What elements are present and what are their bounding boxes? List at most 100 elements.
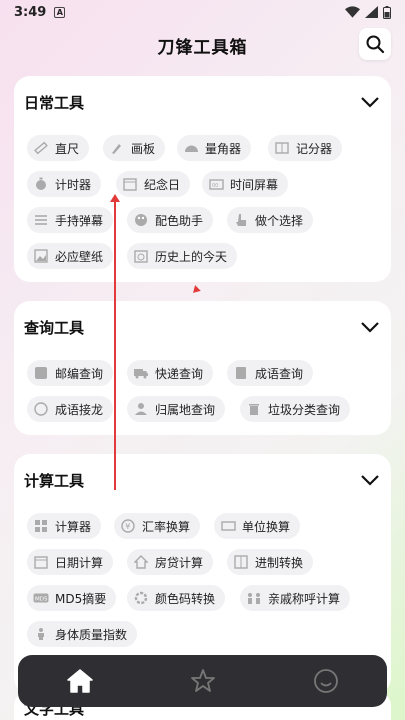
tool-label: 邮编查询 — [55, 366, 104, 381]
tool-label: 进制转换 — [255, 555, 304, 570]
section-header[interactable]: 查询工具 — [14, 301, 391, 353]
image-icon — [33, 248, 49, 264]
tool-date-calc[interactable]: 日期计算 — [27, 549, 114, 575]
tool-time-screen[interactable]: 00 时间屏幕 — [202, 171, 289, 197]
search-button[interactable] — [359, 28, 391, 60]
tool-anniversary[interactable]: 纪念日 — [116, 171, 191, 197]
color-palette-icon — [133, 212, 149, 228]
home-icon — [66, 669, 93, 693]
svg-text:¥: ¥ — [125, 522, 130, 531]
base-convert-icon — [233, 554, 249, 570]
tab-favorites[interactable] — [173, 661, 233, 701]
tool-unit-convert[interactable]: 单位换算 — [214, 513, 301, 539]
ruler-icon — [33, 140, 49, 156]
app-title: 刀锋工具箱 — [157, 37, 248, 58]
signal-icon — [365, 6, 378, 18]
tool-express-query[interactable]: 快递查询 — [127, 360, 214, 386]
section-header[interactable]: 日常工具 — [14, 76, 391, 128]
tool-label: 时间屏幕 — [230, 177, 279, 192]
smile-icon — [313, 669, 338, 693]
tab-home[interactable] — [50, 661, 110, 701]
person-location-icon — [133, 401, 149, 417]
tool-exchange-rate[interactable]: ¥ 汇率换算 — [114, 513, 201, 539]
tool-handheld-barrage[interactable]: 手持弹幕 — [27, 207, 114, 233]
palette-icon — [109, 140, 125, 156]
status-icons — [345, 5, 391, 19]
tool-today-in-history[interactable]: 历史上的今天 — [127, 243, 238, 269]
search-icon — [366, 35, 385, 54]
tool-bmi[interactable]: 身体质量指数 — [27, 621, 138, 647]
app-header: 刀锋工具箱 — [0, 28, 405, 62]
tool-label: 历史上的今天 — [155, 249, 228, 264]
tool-idiom-query[interactable]: 成语查询 — [227, 360, 314, 386]
postcode-icon — [33, 365, 49, 381]
tool-color-code[interactable]: 颜色码转换 — [127, 585, 226, 611]
book-icon — [233, 365, 249, 381]
scoreboard-icon — [274, 140, 290, 156]
tool-mortgage-calc[interactable]: 房贷计算 — [127, 549, 214, 575]
color-ring-icon — [133, 590, 149, 606]
tab-profile[interactable] — [296, 661, 356, 701]
tool-color-helper[interactable]: 配色助手 — [127, 207, 214, 233]
tool-label: 日期计算 — [55, 555, 104, 570]
currency-icon: ¥ — [120, 518, 136, 534]
list-icon — [33, 212, 49, 228]
tool-md5[interactable]: MD5 MD5摘要 — [27, 585, 117, 611]
chevron-down-icon[interactable] — [359, 91, 381, 113]
tool-bing-wallpaper[interactable]: 必应壁纸 — [27, 243, 114, 269]
tool-label: 颜色码转换 — [155, 591, 216, 606]
hand-pointer-icon — [233, 212, 249, 228]
tool-relative-title[interactable]: 亲戚称呼计算 — [240, 585, 351, 611]
chevron-down-icon[interactable] — [359, 469, 381, 491]
chevron-down-icon[interactable] — [359, 316, 381, 338]
tool-postcode-query[interactable]: 邮编查询 — [27, 360, 114, 386]
notification-icon: A — [54, 6, 66, 18]
tool-label: 记分器 — [296, 141, 333, 156]
stopwatch-icon — [33, 176, 49, 192]
md5-icon: MD5 — [33, 590, 49, 606]
tool-make-choice[interactable]: 做个选择 — [227, 207, 314, 233]
tool-ruler[interactable]: 直尺 — [27, 135, 90, 161]
section-daily-tools: 日常工具 直尺 画板 量角器 记分器 计时器 纪念日 00 时间屏幕 手持弹幕 … — [14, 76, 391, 282]
tool-label: 亲戚称呼计算 — [268, 591, 341, 606]
truck-icon — [133, 365, 149, 381]
tool-label: 做个选择 — [255, 213, 304, 228]
idiom-chain-icon — [33, 401, 49, 417]
tool-idiom-chain[interactable]: 成语接龙 — [27, 396, 114, 422]
annotation-mark — [191, 284, 201, 293]
tool-label: 成语查询 — [255, 366, 304, 381]
tool-label: 计时器 — [55, 177, 92, 192]
tool-base-convert[interactable]: 进制转换 — [227, 549, 314, 575]
battery-icon — [383, 5, 391, 19]
wifi-icon — [345, 6, 360, 18]
tool-calculator[interactable]: 计算器 — [27, 513, 102, 539]
tool-label: 直尺 — [55, 141, 80, 156]
calendar-clock-icon — [133, 248, 149, 264]
tool-label: 归属地查询 — [155, 402, 216, 417]
tool-label: 成语接龙 — [55, 402, 104, 417]
garbage-icon — [246, 401, 262, 417]
calculator-icon — [33, 518, 49, 534]
tool-timer[interactable]: 计时器 — [27, 171, 102, 197]
tool-scoreboard[interactable]: 记分器 — [268, 135, 343, 161]
section-query-tools: 查询工具 邮编查询 快递查询 成语查询 成语接龙 归属地查询 垃圾分类查询 — [14, 301, 391, 435]
tool-label: 手持弹幕 — [55, 213, 104, 228]
tool-label: 垃圾分类查询 — [268, 402, 341, 417]
house-icon — [133, 554, 149, 570]
calendar-icon — [122, 176, 138, 192]
clock-screen-icon: 00 — [208, 176, 224, 192]
tool-label: 配色助手 — [155, 213, 204, 228]
calendar-icon — [33, 554, 49, 570]
tool-location-query[interactable]: 归属地查询 — [127, 396, 226, 422]
section-title: 查询工具 — [24, 318, 85, 337]
tool-garbage-query[interactable]: 垃圾分类查询 — [240, 396, 351, 422]
tool-drawing-board[interactable]: 画板 — [103, 135, 166, 161]
status-time: 3:49 — [14, 4, 47, 20]
section-header[interactable]: 计算工具 — [14, 454, 391, 506]
tool-label: 必应壁纸 — [55, 249, 104, 264]
tool-label: 汇率换算 — [142, 519, 191, 534]
body-icon — [33, 626, 49, 642]
tool-label: 量角器 — [205, 141, 242, 156]
status-bar: 3:49 A — [0, 0, 405, 24]
tool-protractor[interactable]: 量角器 — [177, 135, 252, 161]
